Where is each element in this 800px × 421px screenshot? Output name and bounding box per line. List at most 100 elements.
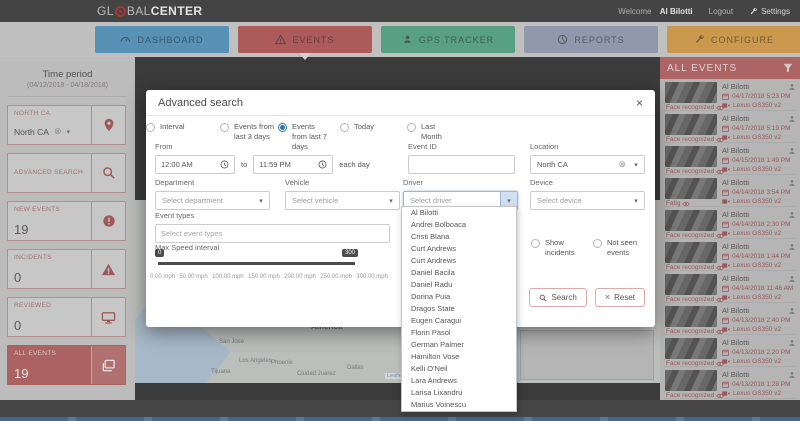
event-list-item[interactable]: Face recognized Al Bilotti 04/17/2018 5:… (663, 81, 797, 111)
event-driver-name: Al Bilotti (722, 242, 750, 251)
slider-min-handle[interactable]: 0 (155, 249, 165, 257)
period-radio-option[interactable]: Events from last 3 days (220, 122, 274, 142)
close-icon[interactable]: × (636, 97, 643, 109)
event-device-row: Lexus GS350 v2 (722, 262, 796, 269)
driver-dropdown-option[interactable]: Dorina Puia (402, 291, 516, 303)
bottom-timeline-strip[interactable] (0, 417, 800, 421)
vehicle-select[interactable]: Select vehicle ▾ (285, 191, 400, 210)
camera-icon (722, 359, 730, 364)
modal-title: Advanced search (158, 96, 243, 109)
driver-dropdown-option[interactable]: Lara Andrews (402, 375, 516, 387)
event-driver-name: Al Bilotti (722, 338, 750, 347)
event-tag: Face recognized (666, 264, 724, 271)
event-thumbnail (665, 306, 717, 327)
driver-dropdown-option[interactable]: Marius Voinescu (402, 399, 516, 411)
wrench-icon (750, 7, 758, 14)
advanced-search-label: ADVANCED SEARCH (14, 169, 84, 176)
period-radio-option[interactable]: Interval (146, 122, 185, 132)
tab-events[interactable]: EVENTS (238, 26, 372, 60)
event-driver-name: Al Bilotti (722, 370, 750, 379)
driver-dropdown-option[interactable]: Dragos State (402, 303, 516, 315)
location-group: Location North CA ⊗ ▾ (530, 142, 645, 174)
driver-dropdown-option[interactable]: Kelli O'Neil (402, 363, 516, 375)
event-list-item[interactable]: Face recognized Al Bilotti 04/13/2018 2:… (663, 305, 797, 335)
slider-track[interactable] (158, 262, 355, 265)
location-select[interactable]: North CA ⊗ ▾ (530, 155, 645, 174)
sidebar-card-new-events[interactable]: NEW EVENTS 19 (7, 201, 126, 241)
tab-gps-tracker[interactable]: GPS TRACKER (381, 26, 515, 53)
all-events-count: 19 (14, 366, 29, 381)
event-list-item[interactable]: Face recognized Al Bilotti 04/17/2018 5:… (663, 113, 797, 143)
location-pin-icon (104, 118, 113, 132)
clear-icon[interactable]: ⊗ (54, 126, 62, 137)
settings-link[interactable]: Settings (749, 7, 790, 16)
period-radio-option[interactable]: Last Month (407, 122, 457, 142)
camera-icon (722, 199, 730, 204)
person-icon (789, 243, 795, 250)
driver-dropdown-option[interactable]: Al Bilotti (402, 207, 516, 219)
calendar-icon (722, 125, 729, 132)
driver-dropdown-option[interactable]: Larisa Lixandru (402, 387, 516, 399)
event-device-row: Lexus GS350 v2 (722, 390, 796, 397)
event-device: Lexus GS350 v2 (733, 134, 782, 141)
sidebar-card-location[interactable]: NORTH CA North CA ⊗ ▾ (7, 105, 126, 145)
driver-dropdown-option[interactable]: Cristi Blana (402, 231, 516, 243)
radio-icon (340, 123, 349, 132)
event-list-item[interactable]: Face recognized Al Bilotti 04/13/2018 1:… (663, 369, 797, 399)
event-device: Lexus GS350 v2 (733, 326, 782, 333)
event-tag: Face recognized (666, 136, 724, 143)
chevron-down-icon: ▾ (259, 197, 263, 205)
driver-dropdown-option[interactable]: Curt Andrews (402, 255, 516, 267)
slider-max-handle[interactable]: 300 (341, 249, 358, 257)
extra-radio-label: Not seen events (607, 238, 638, 257)
sidebar-card-reviewed[interactable]: REVIEWED 0 (7, 297, 126, 337)
search-button[interactable]: Search (529, 288, 587, 307)
sidebar-card-advanced-search[interactable]: ADVANCED SEARCH (7, 153, 126, 193)
driver-dropdown-option[interactable]: Florin Pasol (402, 327, 516, 339)
calendar-icon (722, 381, 729, 388)
driver-dropdown-option[interactable]: Daniel Radu (402, 279, 516, 291)
event-date-row: 04/14/2018 2:30 PM (722, 221, 796, 228)
event-thumbnail (665, 274, 717, 295)
event-list-item[interactable]: Fatig Al Bilotti 04/14/2018 3:54 PM Lexu… (663, 177, 797, 207)
incidents-count: 0 (14, 270, 22, 285)
event-list-item[interactable]: Face recognized Al Bilotti 04/14/2018 11… (663, 273, 797, 303)
driver-dropdown-option[interactable]: Andrei Bolboaca (402, 219, 516, 231)
extra-radio-option[interactable]: Show incidents (531, 238, 575, 258)
reset-button[interactable]: × Reset (594, 288, 645, 307)
to-time-input[interactable]: 11:59 PM (253, 155, 334, 174)
event-list-item[interactable]: Face recognized Al Bilotti 04/14/2018 1:… (663, 241, 797, 271)
clear-icon[interactable]: ⊗ (618, 159, 626, 170)
period-radio-option[interactable]: Today (340, 122, 400, 132)
tab-dashboard[interactable]: DASHBOARD (95, 26, 229, 53)
extra-radio-option[interactable]: Not seen events (593, 238, 639, 258)
event-list-item[interactable]: Face recognized Al Bilotti 04/13/2018 2:… (663, 337, 797, 367)
event-list-item[interactable]: Face recognized Al Bilotti 04/15/2018 1:… (663, 145, 797, 175)
search-icon (540, 294, 548, 302)
event-device-row: Lexus GS350 v2 (722, 198, 796, 205)
department-select[interactable]: Select department ▾ (155, 191, 270, 210)
tab-configure[interactable]: CONFIGURE (667, 26, 800, 53)
event-tag-label: Face recognized (666, 136, 715, 143)
logout-link[interactable]: Logout (709, 7, 733, 16)
slider-tick-label: 0.00 mph (150, 274, 176, 280)
filter-icon[interactable] (783, 63, 793, 73)
event-id-input[interactable] (408, 155, 515, 174)
radio-icon (220, 123, 229, 132)
calendar-icon (722, 221, 729, 228)
event-list-item[interactable]: Face recognized Al Bilotti 04/14/2018 2:… (663, 209, 797, 239)
tab-reports[interactable]: REPORTS (524, 26, 658, 53)
sidebar-card-all-events[interactable]: ALL EVENTS 19 (7, 345, 126, 385)
driver-dropdown-option[interactable]: Eugen Caragui (402, 315, 516, 327)
event-tag-label: Face recognized (666, 104, 715, 111)
from-time-input[interactable]: 12:00 AM (155, 155, 235, 174)
radio-icon (593, 239, 602, 248)
sidebar-card-incidents[interactable]: INCIDENTS 0 (7, 249, 126, 289)
driver-dropdown-option[interactable]: Daniel Bacila (402, 267, 516, 279)
event-types-input[interactable] (155, 224, 390, 243)
driver-dropdown-option[interactable]: German Palmer (402, 339, 516, 351)
driver-dropdown-option[interactable]: Hamilton Vose (402, 351, 516, 363)
location-select[interactable]: North CA ⊗ ▾ (14, 126, 70, 137)
device-select[interactable]: Select device ▾ (530, 191, 645, 210)
driver-dropdown-option[interactable]: Curt Andrews (402, 243, 516, 255)
